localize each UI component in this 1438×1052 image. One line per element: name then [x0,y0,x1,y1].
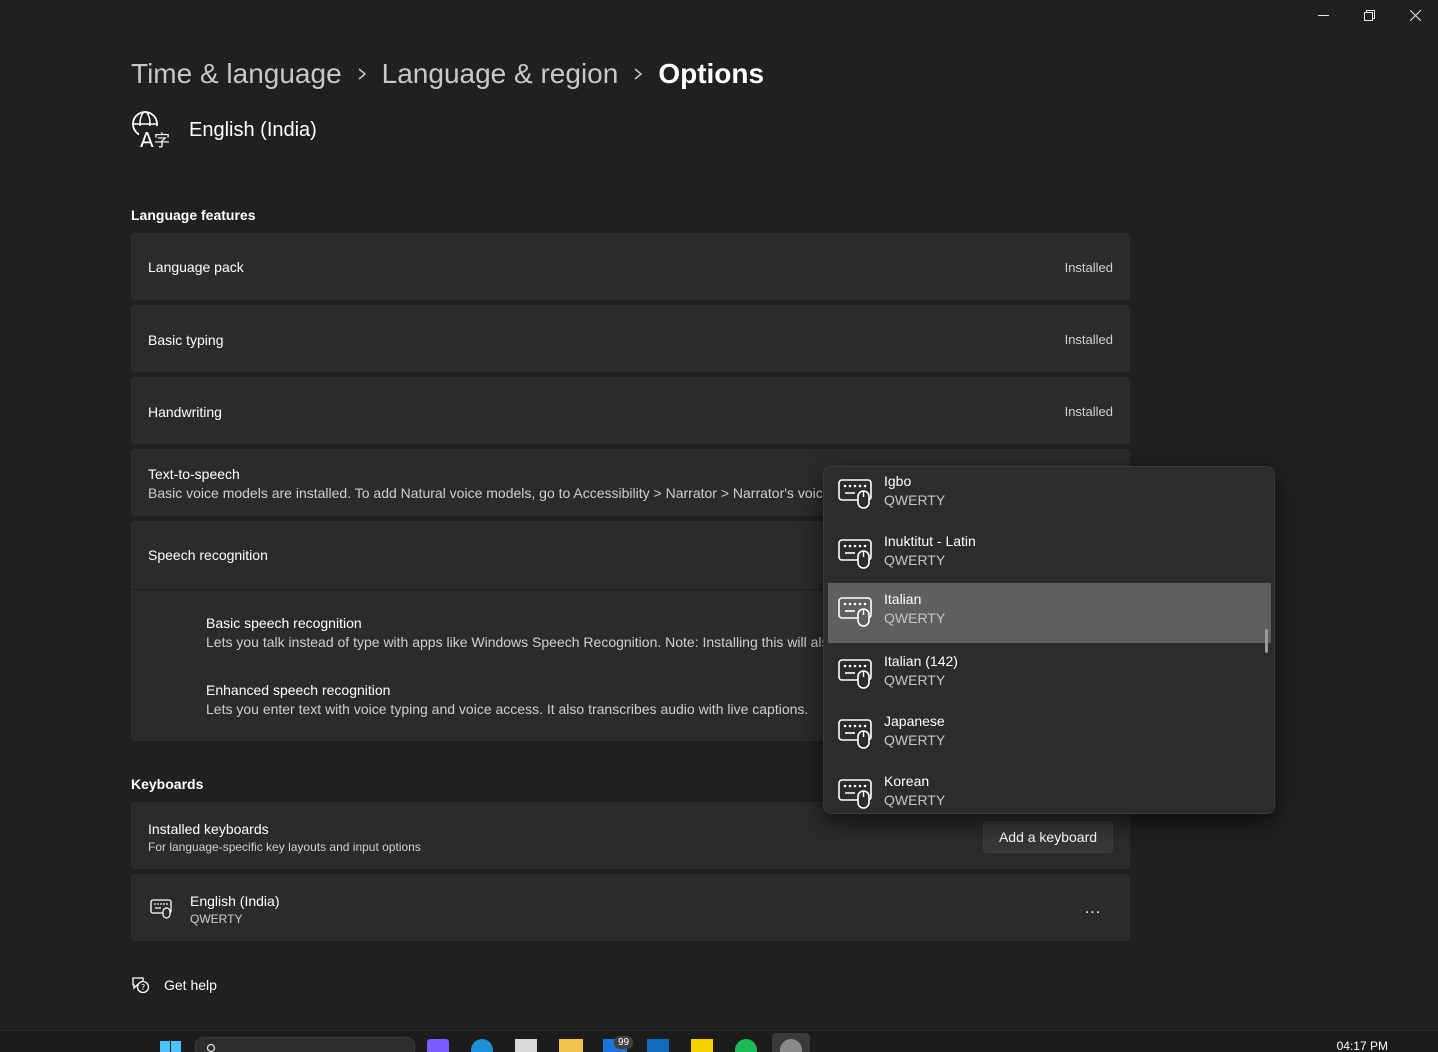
breadcrumb-language-region[interactable]: Language & region [382,58,619,90]
windows-start-icon[interactable] [160,1039,182,1052]
speech-recognition-label: Speech recognition [148,547,268,563]
dropdown-item-name: Korean [884,773,930,789]
keyboard-icon [838,479,872,509]
language-name: English (India) [189,118,317,141]
dropdown-item-italian[interactable]: Italian QWERTY [828,583,1271,643]
dropdown-item-italian-142[interactable]: Italian (142) QWERTY [828,645,1272,705]
handwriting-card[interactable]: Handwriting Installed [131,377,1130,444]
dropdown-item-layout: QWERTY [884,492,946,508]
installed-keyboards-description: For language-specific key layouts and in… [148,840,421,854]
keyboards-title: Keyboards [131,776,204,792]
dropdown-item-name: Japanese [884,713,945,729]
breadcrumb-time-language[interactable]: Time & language [131,58,342,90]
search-icon [206,1043,216,1052]
restore-icon [1363,9,1375,21]
language-pack-card[interactable]: Language pack Installed [131,233,1130,300]
installed-keyboards-label: Installed keyboards [148,821,269,837]
edge-icon[interactable] [471,1039,493,1052]
gear-icon [780,1039,802,1052]
minimize-button[interactable] [1300,0,1346,30]
svg-text:?: ? [141,983,145,992]
dropdown-item-name: Italian (142) [884,653,958,669]
dropdown-item-layout: QWERTY [884,732,946,748]
dropdown-scrollbar[interactable] [1265,629,1268,653]
dropdown-item-layout: QWERTY [884,792,946,808]
keyboard-icon [838,779,872,809]
language-pack-label: Language pack [148,259,244,275]
keyboard-icon [838,719,872,749]
keyboard-list-item: English (India) QWERTY ... [131,874,1130,941]
window-controls [1300,0,1438,30]
store-icon[interactable] [515,1039,537,1052]
dropdown-item-layout: QWERTY [884,610,946,626]
chevron-right-icon [342,68,382,80]
svg-text:字: 字 [154,131,170,150]
basic-typing-card[interactable]: Basic typing Installed [131,305,1130,372]
dropdown-item-layout: QWERTY [884,672,946,688]
get-help-link[interactable]: ? Get help [131,975,217,994]
svg-text:A: A [140,128,154,150]
page-title: Options [658,58,765,89]
language-pack-status: Installed [1064,260,1113,275]
minimize-icon [1317,14,1329,16]
enhanced-speech-description: Lets you enter text with voice typing an… [206,701,809,717]
mail-badge: 99 [614,1036,634,1049]
basic-speech-description: Lets you talk instead of type with apps … [206,634,824,650]
get-help-label: Get help [164,976,217,993]
dropdown-item-name: Inuktitut - Latin [884,533,976,549]
taskbar-search-box[interactable] [195,1037,415,1052]
basic-typing-status: Installed [1064,332,1113,347]
enhanced-speech-label: Enhanced speech recognition [206,682,391,698]
keyboard-dropdown: Igbo QWERTY Inuktitut - Latin QWERTY Ita… [823,466,1275,814]
outlook-icon[interactable] [647,1039,669,1052]
keyboard-icon [838,659,872,689]
close-icon [1409,9,1421,21]
keyboard-layout: QWERTY [190,912,243,926]
more-options-button[interactable]: ... [1077,897,1109,921]
copilot-icon[interactable] [427,1039,449,1052]
clock[interactable]: 04:17 PM [1337,1039,1388,1052]
tts-label: Text-to-speech [148,466,240,482]
restore-button[interactable] [1346,0,1392,30]
keyboard-icon [838,597,872,627]
basic-typing-label: Basic typing [148,332,224,348]
close-button[interactable] [1392,0,1438,30]
chevron-right-icon [618,68,658,80]
dropdown-item-korean[interactable]: Korean QWERTY [828,765,1272,813]
language-icon: A 字 [132,111,173,150]
dropdown-item-igbo[interactable]: Igbo QWERTY [828,467,1272,525]
dropdown-item-inuktitut-latin[interactable]: Inuktitut - Latin QWERTY [828,525,1272,585]
help-icon: ? [132,977,150,994]
spotify-icon[interactable] [735,1039,757,1052]
taskbar: 99 04:17 PM [0,1030,1438,1052]
settings-taskbar-button[interactable] [772,1033,810,1052]
dropdown-item-name: Italian [884,591,922,607]
handwriting-label: Handwriting [148,404,222,420]
sticky-notes-icon[interactable] [691,1039,713,1052]
basic-speech-label: Basic speech recognition [206,615,362,631]
keyboard-name: English (India) [190,893,280,909]
language-features-title: Language features [131,207,256,223]
dropdown-item-name: Igbo [884,473,912,489]
breadcrumb: Time & language Language & region Option… [131,54,764,94]
dropdown-item-japanese[interactable]: Japanese QWERTY [828,705,1272,765]
keyboard-icon [150,899,172,919]
handwriting-status: Installed [1064,404,1113,419]
file-explorer-icon[interactable] [559,1039,583,1052]
language-header: A 字 English (India) [131,110,317,150]
dropdown-item-layout: QWERTY [884,552,946,568]
tts-description: Basic voice models are installed. To add… [148,485,824,501]
keyboard-icon [838,539,872,569]
add-keyboard-button[interactable]: Add a keyboard [983,821,1113,853]
